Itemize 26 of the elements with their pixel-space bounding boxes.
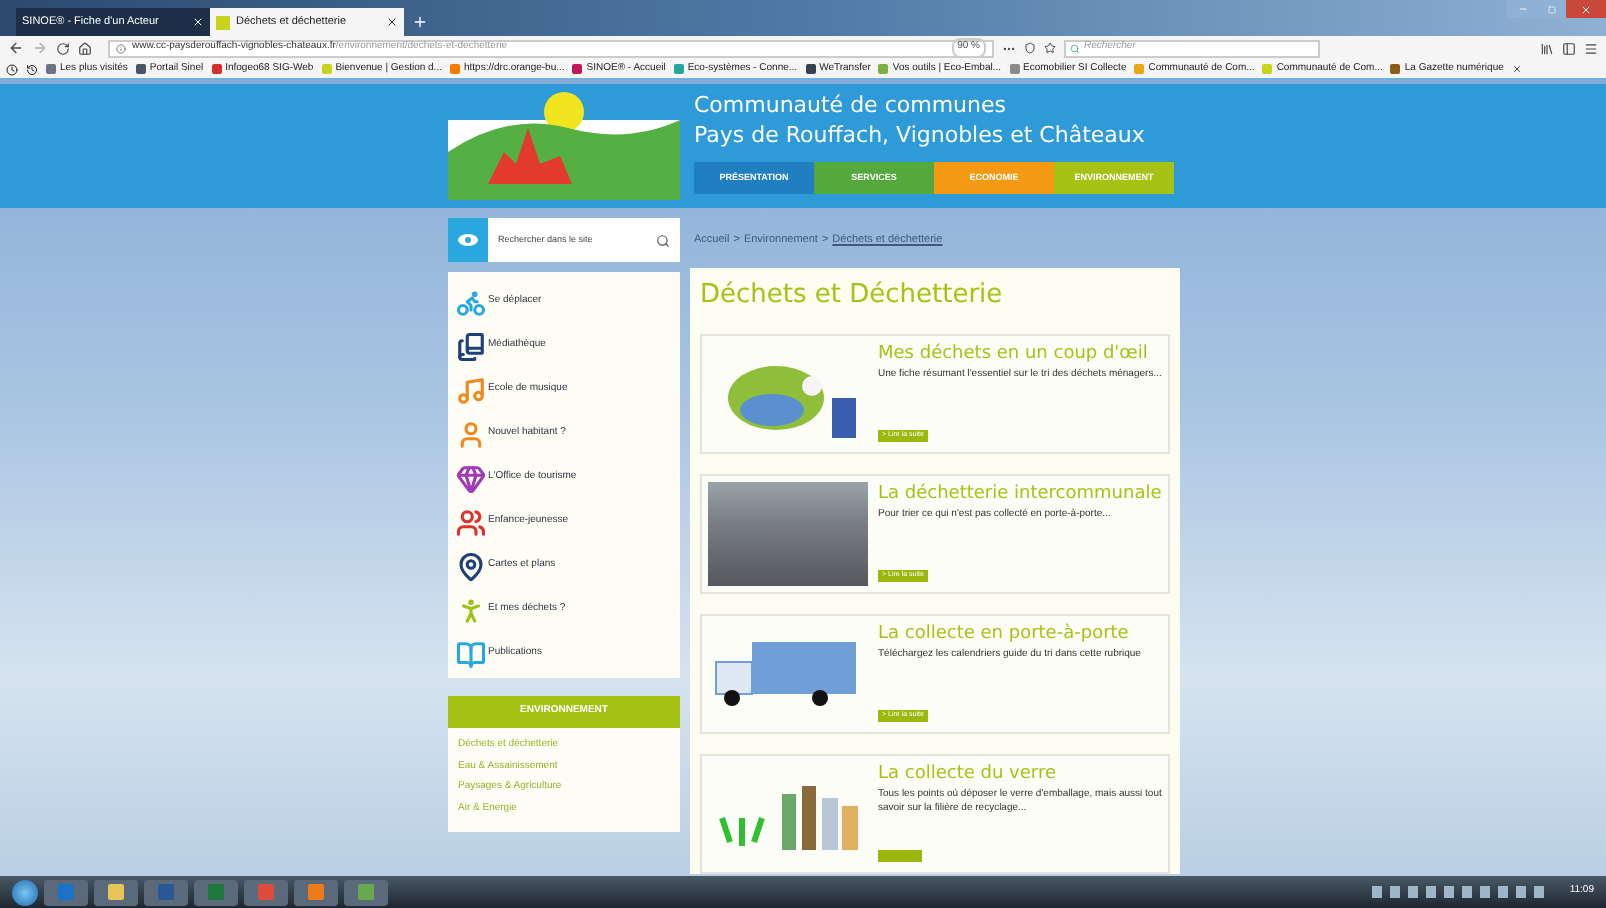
minimize-icon	[1517, 4, 1527, 14]
new-tab-icon[interactable]	[412, 14, 428, 30]
taskbar-app-icon[interactable]	[344, 879, 388, 905]
clock-icon[interactable]	[6, 63, 18, 75]
eye-icon	[458, 234, 478, 246]
library-icon[interactable]	[1540, 41, 1554, 55]
history-icon[interactable]	[26, 63, 38, 75]
close-icon[interactable]	[386, 16, 398, 28]
start-icon[interactable]	[12, 879, 38, 905]
taskbar-app-icon[interactable]	[294, 879, 338, 905]
maximize-icon	[1548, 5, 1556, 13]
site-title: Pays de Rouffach, Vignobles et Châteaux	[694, 120, 1147, 152]
search-icon	[1070, 43, 1080, 53]
page-heading: Déchets et Déchetterie	[700, 278, 1005, 314]
bookmark-star-icon[interactable]	[1044, 42, 1056, 54]
taskbar-app-icon[interactable]	[94, 879, 138, 905]
sidebar-icon[interactable]	[1562, 41, 1576, 55]
site-favicon	[216, 15, 230, 29]
close-icon	[1580, 3, 1592, 15]
menu-icon[interactable]	[1584, 41, 1598, 55]
search-icon[interactable]	[656, 233, 670, 247]
shield-icon[interactable]	[1024, 42, 1036, 54]
reload-icon[interactable]	[56, 41, 70, 55]
site-title: Communauté de communes	[694, 92, 1008, 120]
home-icon[interactable]	[78, 41, 92, 55]
back-icon[interactable]	[8, 40, 24, 56]
